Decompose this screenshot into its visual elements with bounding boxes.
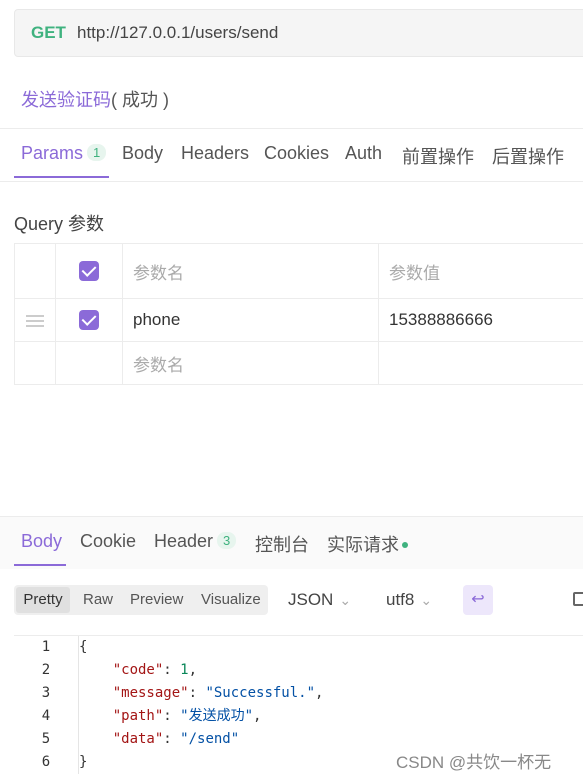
active-tab-indicator <box>14 176 109 178</box>
status-dot-icon <box>402 542 408 548</box>
table-header-row: 参数名 参数值 <box>15 244 583 299</box>
json-value-code: 1 <box>180 662 188 678</box>
format-segmented-control: Pretty Raw Preview Visualize <box>14 585 268 615</box>
api-title: 发送验证码( 成功 ) <box>21 86 169 112</box>
format-raw[interactable]: Raw <box>83 591 113 608</box>
row-enable-checkbox[interactable] <box>79 310 99 330</box>
tab-headers[interactable]: Headers <box>181 143 249 164</box>
open-external-icon[interactable] <box>573 592 583 606</box>
format-pretty[interactable]: Pretty <box>16 587 70 613</box>
response-tab-actual-request[interactable]: 实际请求 <box>327 531 408 557</box>
tab-params[interactable]: Params1 <box>21 143 106 164</box>
tab-body[interactable]: Body <box>122 143 163 164</box>
chevron-down-icon: ⌄ <box>420 592 432 608</box>
table-row-new: 参数名 <box>15 342 583 385</box>
line-numbers: 1 2 3 4 5 6 <box>14 636 78 774</box>
param-name-cell[interactable]: phone <box>123 299 379 342</box>
json-code: { "code": 1, "message": "Successful.", "… <box>78 636 323 774</box>
format-preview[interactable]: Preview <box>130 591 183 608</box>
tab-auth[interactable]: Auth <box>345 143 382 164</box>
active-response-tab-indicator <box>14 564 66 566</box>
encoding-select[interactable]: utf8⌄ <box>386 590 432 610</box>
response-tab-body[interactable]: Body <box>21 531 62 552</box>
json-value-message: Successful. <box>214 685 307 701</box>
header-count-badge: 3 <box>217 532 236 549</box>
param-value-header: 参数值 <box>379 244 583 299</box>
drag-handle-icon[interactable] <box>26 312 44 330</box>
request-tabs: Params1 Body Headers Cookies Auth 前置操作 后… <box>0 128 583 182</box>
response-tab-cookie[interactable]: Cookie <box>80 531 136 552</box>
params-count-badge: 1 <box>87 144 106 161</box>
language-select[interactable]: JSON⌄ <box>288 590 351 610</box>
json-value-path: 发送成功 <box>189 708 245 724</box>
format-visualize[interactable]: Visualize <box>201 591 261 608</box>
table-row: phone 15388886666 <box>15 299 583 342</box>
tab-cookies[interactable]: Cookies <box>264 143 329 164</box>
query-params-table: 参数名 参数值 phone 15388886666 参数名 <box>14 243 583 385</box>
api-name[interactable]: 发送验证码 <box>21 90 111 110</box>
param-value-cell[interactable]: 15388886666 <box>379 299 583 342</box>
url-input[interactable]: http://127.0.0.1/users/send <box>77 23 278 43</box>
tab-post-operation[interactable]: 后置操作 <box>492 143 564 169</box>
param-name-header: 参数名 <box>123 244 379 299</box>
response-tabs: Body Cookie Header3 控制台 实际请求 <box>0 516 583 569</box>
new-param-name-input[interactable]: 参数名 <box>123 342 379 385</box>
json-value-data: /send <box>189 731 231 747</box>
query-section-title: Query 参数 <box>14 210 104 236</box>
response-tab-header[interactable]: Header3 <box>154 531 236 552</box>
tab-pre-operation[interactable]: 前置操作 <box>402 143 474 169</box>
response-tab-console[interactable]: 控制台 <box>255 531 309 557</box>
chevron-down-icon: ⌄ <box>339 592 351 608</box>
wrap-lines-icon[interactable]: ↩ <box>463 585 493 615</box>
watermark: CSDN @共饮一杯无 <box>396 748 551 773</box>
http-method[interactable]: GET <box>31 23 77 43</box>
api-status: ( 成功 ) <box>111 90 169 110</box>
url-bar[interactable]: GET http://127.0.0.1/users/send <box>14 9 583 57</box>
new-param-value-input[interactable] <box>379 342 583 385</box>
select-all-checkbox[interactable] <box>79 261 99 281</box>
